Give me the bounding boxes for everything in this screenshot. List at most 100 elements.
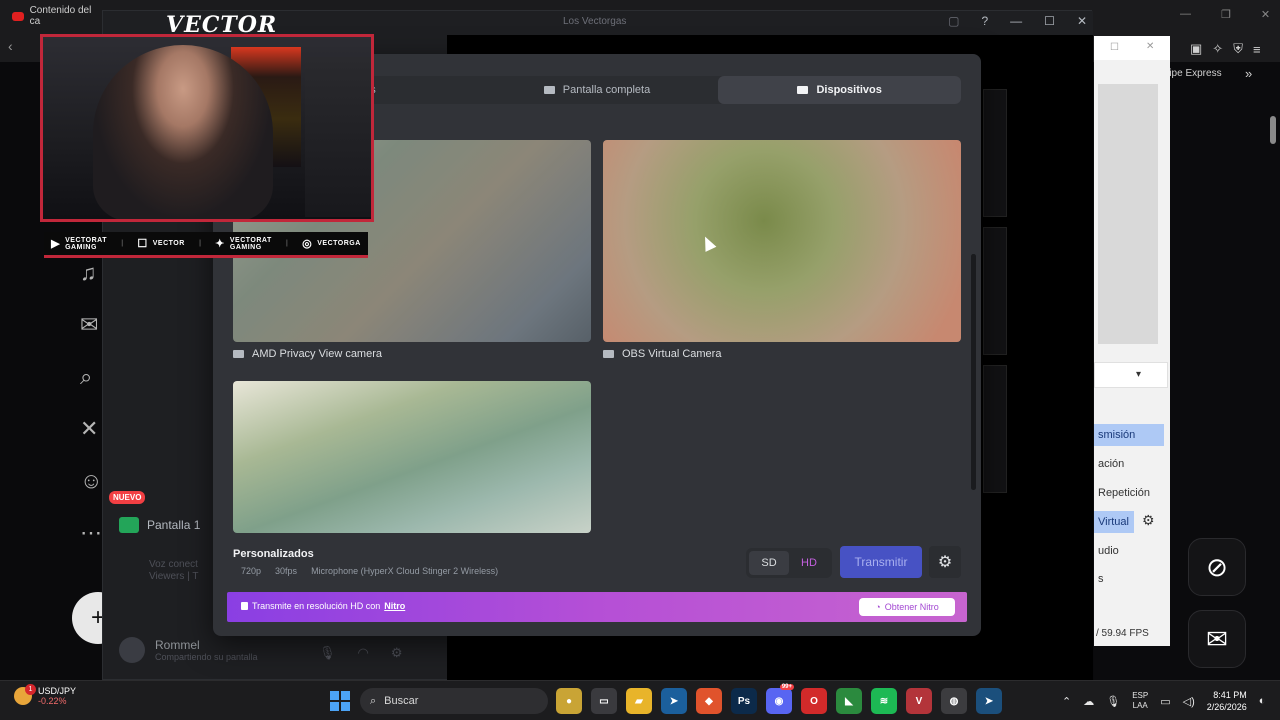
social-twitch: ☐ VECTOR [137,237,184,250]
notification-bell-icon[interactable]: ◐ [1259,695,1266,707]
voice-channel-name[interactable]: Viewers | T [149,571,198,583]
maximize-icon[interactable]: ☐ [1110,42,1119,53]
menu-icon[interactable]: ≡ [1253,42,1261,57]
clock[interactable]: 8:41 PM 2/26/2026 [1207,689,1247,713]
member-tile[interactable] [983,365,1007,493]
stock-widget[interactable]: 1 USD/JPY -0.22% [14,684,76,706]
no-link-icon: ⊘ [1206,551,1228,582]
microphone-icon[interactable]: 🎙︎ [1106,695,1120,708]
valorant-icon[interactable]: V [906,688,932,714]
search-icon: ⌕ [370,694,377,707]
mail-icon[interactable]: ✉ [80,312,102,338]
minimize-icon[interactable]: — [1180,8,1191,21]
spotify-glyph: ≋ [879,695,889,707]
coins-app-icon[interactable]: ● [556,688,582,714]
cloud-icon[interactable]: ☁ [1083,695,1094,708]
discord-icon[interactable]: ◉ 99+ [766,684,794,714]
obs-record-button[interactable]: ación [1094,453,1164,475]
excel-like-icon[interactable]: ◣ [836,688,862,714]
transmit-button[interactable]: Transmitir [840,546,922,578]
quality-toggle: SD HD [746,548,832,578]
brave-icon[interactable]: ◆ [696,688,722,714]
bell-icon[interactable]: ♫ [80,260,102,286]
get-nitro-button[interactable]: ◔ Obtener Nitro [859,598,955,616]
task-view-icon[interactable]: ▭ [591,688,617,714]
inbox-icon[interactable]: ▢ [948,14,959,28]
nitro-upsell-bar: Transmite en resolución HD con Nitro ◔ O… [227,592,967,622]
wallet-icon[interactable]: ▣ [1190,41,1202,57]
shield-icon[interactable]: ⛨ [1233,41,1243,57]
file-explorer-icon[interactable]: ▰ [626,688,652,714]
network-icon[interactable]: ▭ [1160,695,1170,708]
close-icon[interactable]: ✕ [1261,8,1270,21]
back-icon[interactable]: ‹ [8,38,13,54]
keyboard-layout: LAA [1132,701,1148,710]
close-icon[interactable]: ✕ [1146,41,1154,52]
opera-icon[interactable]: O [801,688,827,714]
obs-start-stream-button[interactable]: smisión [1094,424,1164,446]
background-shelf [305,57,371,217]
gear-icon[interactable]: ⚙ [1142,512,1155,529]
obs-glyph: ◍ [949,695,959,707]
ticker-change: -0.22% [38,696,67,706]
page-scrollbar[interactable] [1270,90,1276,670]
profile-icon[interactable]: ☺ [80,468,102,494]
stream-settings-button[interactable]: ⚙ [929,546,961,578]
member-tile[interactable] [983,89,1007,217]
mail-button[interactable]: ✉ [1188,610,1246,668]
quality-hd-option[interactable]: HD [789,551,829,575]
modal-scrollbar[interactable] [971,254,976,490]
streamer [93,45,273,219]
microphone-icon[interactable]: 🎙︎ [319,645,336,661]
separator: | [199,240,201,247]
tray-expand-icon[interactable]: ⌃ [1062,695,1071,708]
tab-fullscreen[interactable]: Pantalla completa [476,76,719,104]
headphones-icon[interactable]: ◠ [358,645,369,661]
browser-tab[interactable]: Contenido del ca [6,4,102,28]
windows-start-button[interactable] [328,689,352,713]
photoshop-icon[interactable]: Ps [731,688,757,714]
quality-sd-option[interactable]: SD [749,551,789,575]
maximize-icon[interactable]: ☐ [1044,14,1055,28]
device-preview-obs[interactable] [603,140,961,342]
volume-icon[interactable]: ◁) [1183,695,1195,708]
page-side-icons: ♫ ✉ ⌕ ✕ ☺ ⋯ [80,260,102,546]
maximize-icon[interactable]: ❐ [1221,8,1231,21]
search-icon[interactable]: ⌕ [80,364,102,390]
member-tile[interactable] [983,227,1007,355]
settings-icon[interactable]: ⚙ [391,645,403,661]
obs-icon[interactable]: ◍ [941,688,967,714]
obs-scene-select[interactable]: ▾ [1094,362,1168,388]
camera-icon [797,86,809,94]
obs-settings-button[interactable]: s [1094,568,1164,590]
device-preview-third[interactable] [233,381,591,533]
bookmark-item[interactable]: ripe Express [1166,68,1222,79]
obs-replay-button[interactable]: Repetición [1094,482,1164,504]
minimize-icon[interactable]: — [1010,14,1022,28]
help-icon[interactable]: ? [981,14,988,28]
language-indicator[interactable]: ESP LAA [1132,691,1148,711]
extension-icon[interactable]: ✧ [1212,41,1223,57]
obs-studio-button[interactable]: udio [1094,540,1164,562]
taskbar-search[interactable]: ⌕ Buscar [360,688,548,714]
user-panel[interactable]: Rommel Compartiendo su pantalla [119,637,258,663]
x-icon[interactable]: ✕ [80,416,102,442]
tab-devices[interactable]: Dispositivos [718,76,962,104]
more-icon[interactable]: ⋯ [80,520,102,546]
bookmarks-more-icon[interactable]: » [1245,66,1252,81]
twitter-icon: ✦ [215,238,225,250]
close-icon[interactable]: ✕ [1077,14,1087,28]
voice-connected-panel: Voz conect Viewers | T [149,559,198,583]
screen-share-item[interactable]: Pantalla 1 [119,517,200,533]
social-handle: VECTOR [152,240,185,247]
obs-virtual-cam-button[interactable]: Virtual [1094,511,1134,533]
new-badge: NUEVO [109,491,146,504]
obs-fps-readout: / 59.94 FPS [1096,628,1149,639]
nitro-link[interactable]: Nitro [384,601,405,611]
steam-icon[interactable]: ➤ [661,688,687,714]
avatar[interactable] [119,637,145,663]
spotify-icon[interactable]: ≋ [871,688,897,714]
link-off-button[interactable]: ⊘ [1188,538,1246,596]
social-youtube: ▶ VECTORAT GAMING [51,237,107,251]
steam-alt-icon[interactable]: ➤ [976,688,1002,714]
